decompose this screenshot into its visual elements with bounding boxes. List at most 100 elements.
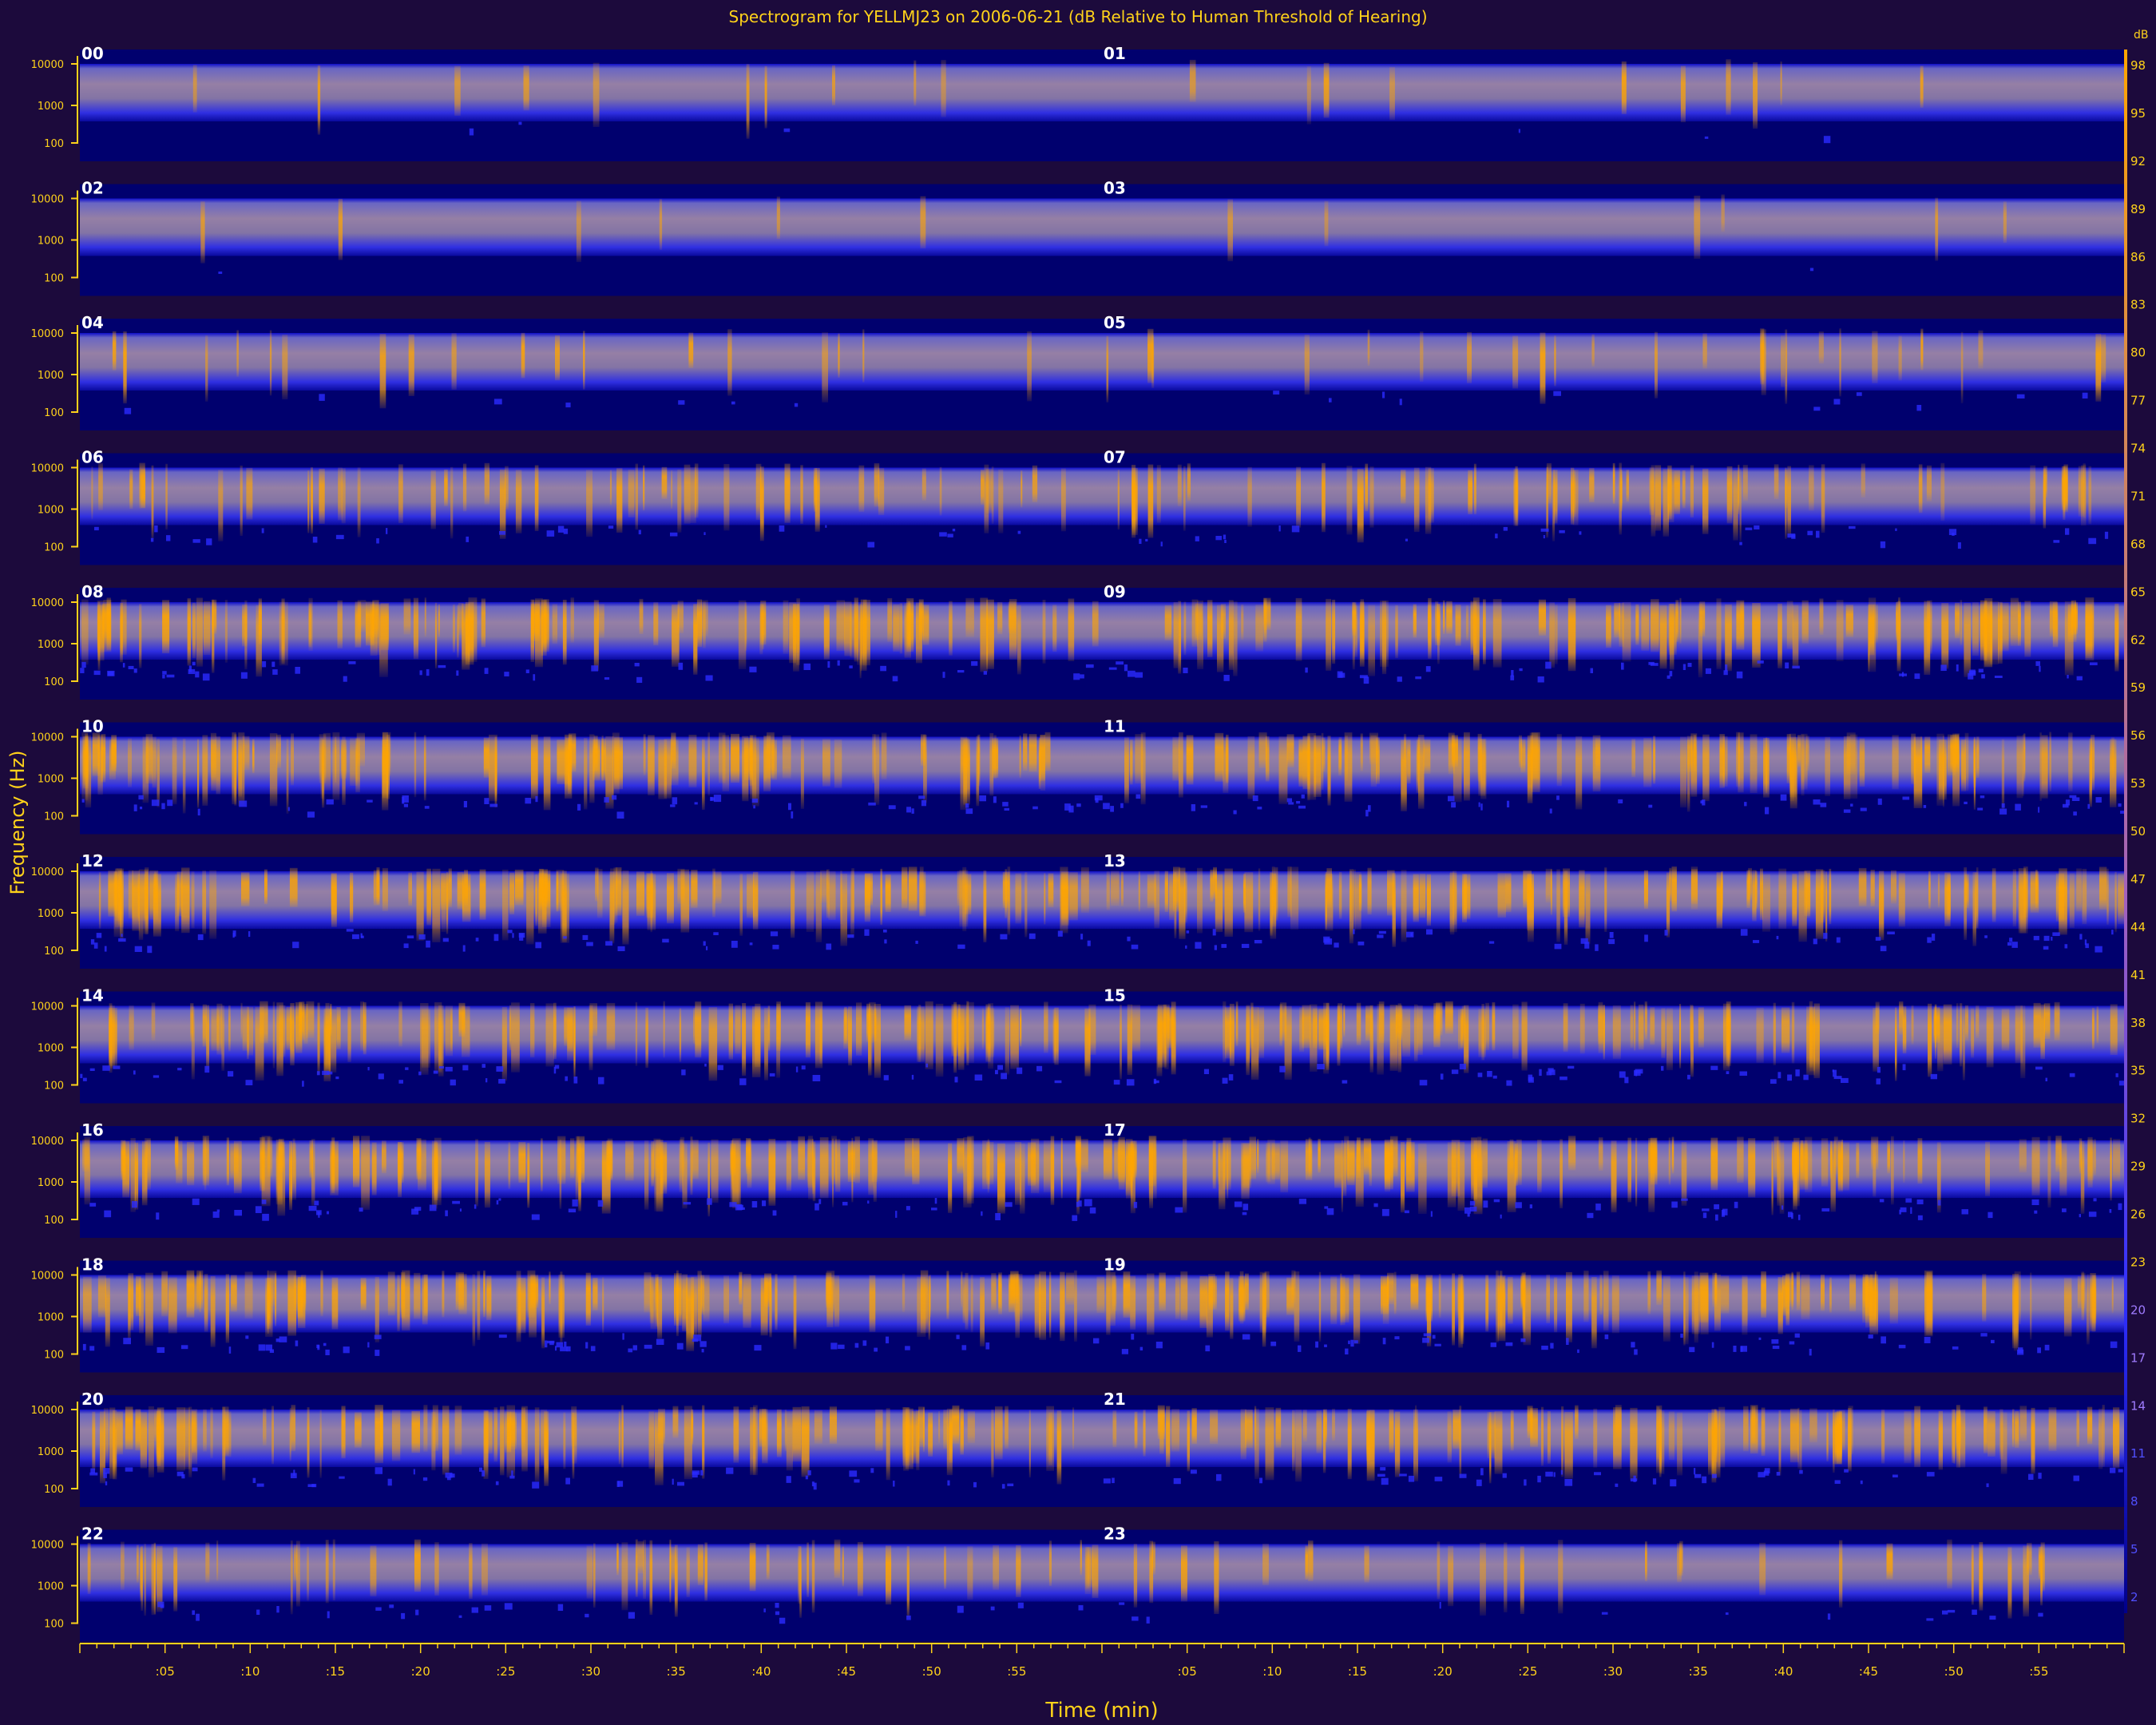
sound-burst xyxy=(1016,1545,1021,1597)
noise-speckle xyxy=(232,933,235,938)
noise-speckle xyxy=(1745,527,1753,530)
sound-burst xyxy=(1648,1138,1657,1173)
noise-speckle xyxy=(2045,1077,2047,1081)
noise-speckle xyxy=(535,942,541,949)
sound-burst xyxy=(1661,1008,1666,1058)
sound-burst xyxy=(886,1408,890,1481)
sound-burst xyxy=(1846,732,1856,775)
sound-burst xyxy=(655,1412,664,1485)
noise-speckle xyxy=(1224,539,1227,543)
sound-burst xyxy=(1286,1277,1294,1315)
sound-burst xyxy=(231,1275,237,1312)
sound-burst xyxy=(1130,740,1133,785)
sound-burst xyxy=(1603,1271,1609,1331)
sound-burst xyxy=(1464,1005,1469,1073)
colorbar-tick-label: 41 xyxy=(2130,968,2146,982)
y-tick-label: 100 xyxy=(44,1081,64,1092)
sound-burst xyxy=(442,1271,445,1318)
noise-speckle xyxy=(1916,1199,1924,1204)
row-energy-band xyxy=(80,333,2124,391)
sound-burst xyxy=(1830,1141,1836,1212)
sound-burst xyxy=(534,465,539,531)
sound-burst xyxy=(1753,62,1758,129)
sound-burst xyxy=(432,868,441,942)
noise-speckle xyxy=(484,668,489,674)
hour-label: 10 xyxy=(81,717,104,736)
sound-burst xyxy=(454,65,461,116)
sound-burst xyxy=(2019,1406,2027,1441)
sound-burst xyxy=(1494,1411,1503,1474)
noise-speckle xyxy=(458,1615,462,1618)
noise-speckle xyxy=(160,1604,164,1608)
noise-speckle xyxy=(915,940,918,944)
sound-burst xyxy=(1527,1406,1533,1438)
sound-burst xyxy=(593,1543,596,1608)
sound-burst xyxy=(564,1007,568,1046)
sound-burst xyxy=(523,65,529,111)
noise-speckle xyxy=(1798,1214,1801,1220)
noise-speckle xyxy=(1823,136,1831,144)
sound-burst xyxy=(1275,1407,1282,1448)
sound-burst xyxy=(1694,196,1701,260)
sound-burst xyxy=(1674,470,1680,514)
sound-burst xyxy=(1568,1136,1576,1171)
noise-speckle xyxy=(1989,1616,1996,1620)
noise-speckle xyxy=(1803,1074,1809,1081)
sound-burst xyxy=(1010,1005,1019,1069)
noise-speckle xyxy=(228,1071,234,1077)
sound-burst xyxy=(2089,738,2092,807)
sound-burst xyxy=(946,1271,949,1319)
noise-speckle xyxy=(2118,803,2122,807)
sound-burst xyxy=(570,597,574,643)
noise-speckle xyxy=(1758,1337,1762,1340)
noise-speckle xyxy=(1483,1200,1488,1208)
sound-burst xyxy=(1069,872,1078,921)
noise-speckle xyxy=(957,944,965,950)
sound-burst xyxy=(1681,1142,1687,1206)
noise-speckle xyxy=(1988,1211,1993,1219)
sound-burst xyxy=(672,1406,679,1438)
sound-burst xyxy=(511,1002,520,1073)
noise-speckle xyxy=(1856,392,1862,396)
sound-burst xyxy=(1849,1274,1857,1312)
sound-burst xyxy=(1106,871,1110,910)
sound-burst xyxy=(1046,1406,1054,1471)
noise-speckle xyxy=(105,1481,108,1485)
noise-speckle xyxy=(1084,1199,1092,1207)
noise-speckle xyxy=(1634,1349,1638,1355)
sound-burst xyxy=(949,1409,953,1463)
noise-speckle xyxy=(1849,525,1856,529)
sound-burst xyxy=(1112,1275,1117,1312)
sound-burst xyxy=(1305,1545,1308,1580)
sound-burst xyxy=(545,1003,554,1067)
sound-burst xyxy=(2055,873,2064,922)
noise-speckle xyxy=(805,1475,808,1480)
noise-speckle xyxy=(1902,1064,1906,1071)
sound-burst xyxy=(1789,739,1794,802)
noise-speckle xyxy=(1242,1204,1249,1211)
noise-speckle xyxy=(751,1201,758,1208)
sound-burst xyxy=(875,1409,883,1451)
sound-burst xyxy=(1389,67,1395,121)
sound-burst xyxy=(985,469,993,514)
sound-burst xyxy=(458,1002,466,1037)
sound-burst xyxy=(129,1005,134,1050)
sound-burst xyxy=(1651,599,1659,652)
sound-burst xyxy=(347,1006,351,1062)
sound-burst xyxy=(1346,466,1353,535)
sound-burst xyxy=(735,1005,741,1054)
sound-burst xyxy=(1477,1136,1482,1188)
noise-speckle xyxy=(707,1198,712,1205)
sound-burst xyxy=(695,1001,702,1058)
noise-speckle xyxy=(677,1481,684,1486)
sound-burst xyxy=(379,334,386,409)
sound-burst xyxy=(993,1545,999,1590)
sound-burst xyxy=(509,872,514,914)
noise-speckle xyxy=(1736,671,1743,679)
sound-burst xyxy=(338,199,343,260)
colorbar-tick-label: 62 xyxy=(2130,632,2146,647)
sound-burst xyxy=(1801,600,1809,644)
sound-burst xyxy=(739,1271,743,1305)
noise-speckle xyxy=(326,799,334,805)
noise-speckle xyxy=(979,795,986,802)
